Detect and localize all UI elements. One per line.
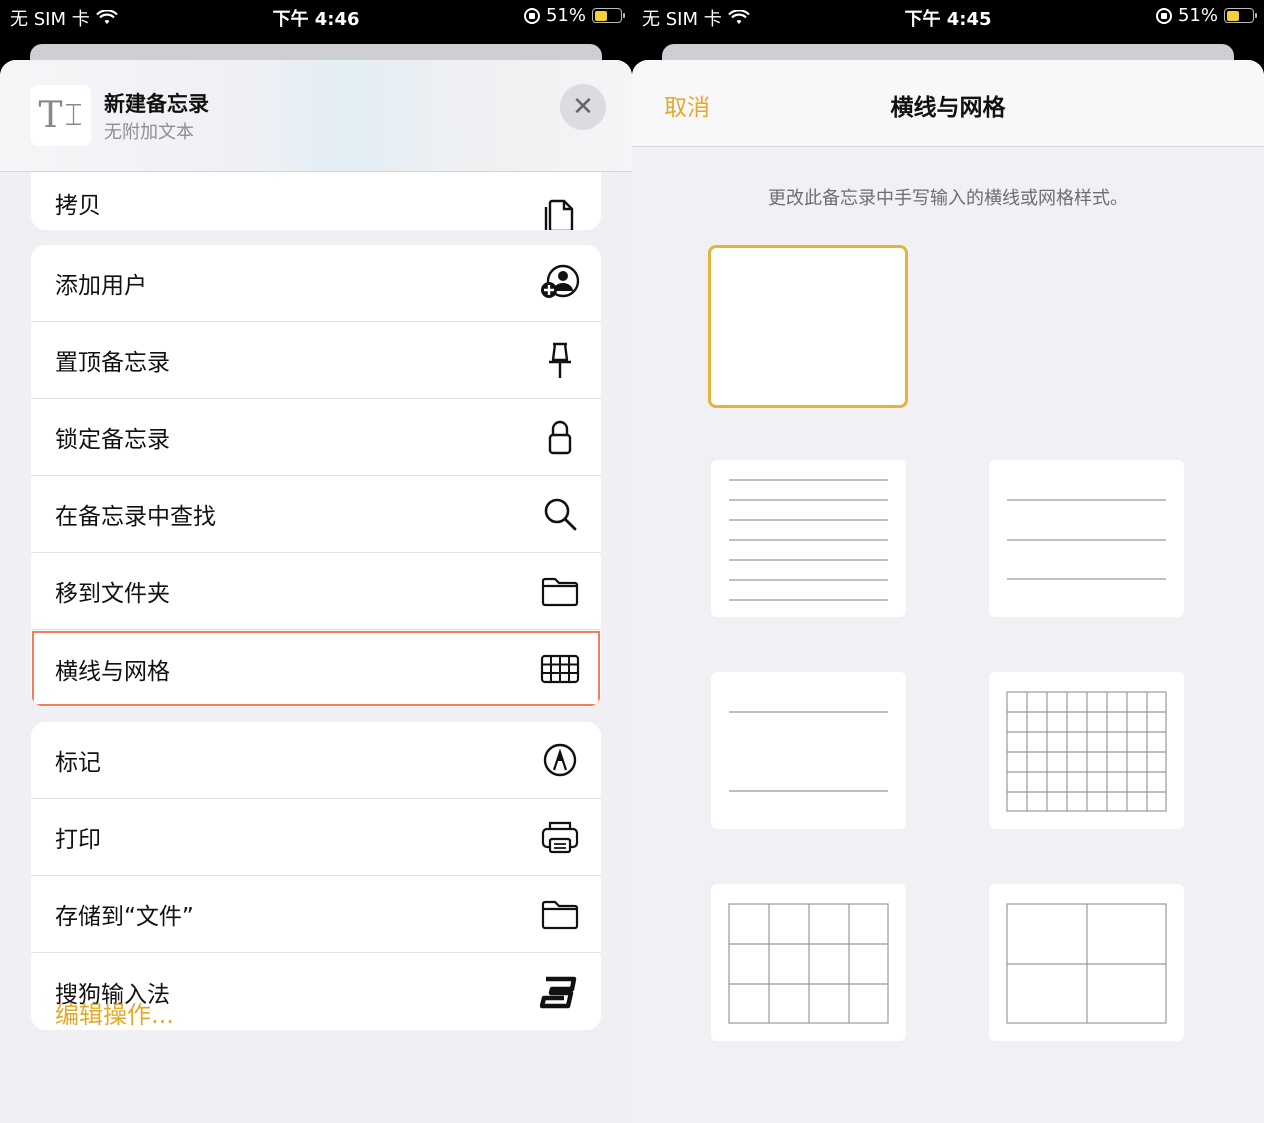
battery-percent: 51%: [1177, 5, 1218, 26]
action-group-main: 添加用户 置顶备忘录 锁定备忘录 在备忘录中查找 移到文件夹 横线与网格: [31, 245, 601, 707]
battery-icon: [1224, 8, 1257, 23]
sogou-icon: [539, 971, 581, 1013]
action-find-in-note[interactable]: 在备忘录中查找: [31, 476, 601, 553]
rotation-lock-icon: [523, 7, 540, 24]
action-label: 移到文件夹: [55, 581, 170, 607]
lines-narrow-preview: [729, 479, 888, 601]
edit-actions-link[interactable]: 编辑操作...: [55, 995, 174, 1030]
lines-medium-preview: [1007, 499, 1166, 580]
left-screen: 无 SIM 卡 下午 4:46 51% T⌶ 新建备忘录 无附加文本 ✕ 拷贝: [0, 0, 632, 1123]
status-bar: 无 SIM 卡 下午 4:46 51%: [0, 0, 632, 34]
action-group-more: 标记 打印 存储到“文件” 搜狗输入法: [31, 722, 601, 1030]
battery-percent: 51%: [545, 5, 586, 26]
description-text: 更改此备忘录中手写输入的横线或网格样式。: [768, 188, 1128, 209]
grid-medium-preview: [728, 903, 889, 1024]
close-icon: ✕: [572, 92, 594, 122]
action-label: 添加用户: [55, 273, 147, 299]
pin-icon: [539, 339, 581, 381]
markup-icon: [539, 739, 581, 781]
grid-small-preview: [1006, 691, 1167, 812]
action-save-to-files[interactable]: 存储到“文件”: [31, 876, 601, 953]
action-label: 在备忘录中查找: [55, 504, 216, 530]
action-move-to-folder[interactable]: 移到文件夹: [31, 553, 601, 630]
action-lock-note[interactable]: 锁定备忘录: [31, 399, 601, 476]
share-sheet-header: T ⌶ 新建备忘录 无附加文本 ✕: [0, 60, 632, 172]
status-bar: 无 SIM 卡 下午 4:45 51%: [632, 0, 1264, 34]
action-lines-and-grids[interactable]: 横线与网格: [31, 630, 601, 707]
printer-icon: [539, 816, 581, 858]
search-icon: [539, 493, 581, 535]
option-grid-medium[interactable]: [711, 884, 906, 1041]
copy-icon: [539, 195, 581, 230]
right-screen: 无 SIM 卡 下午 4:45 51% 取消 横线与网格 更改此备忘录中手写输入…: [632, 0, 1264, 1123]
option-none[interactable]: [708, 245, 908, 408]
battery-icon: [592, 8, 625, 23]
action-print[interactable]: 打印: [31, 799, 601, 876]
action-markup[interactable]: 标记: [31, 722, 601, 799]
share-sheet: T ⌶ 新建备忘录 无附加文本 ✕ 拷贝 添加用户 置顶备忘录 锁定备忘录 在备…: [0, 60, 632, 1123]
nav-bar: 取消 横线与网格: [632, 60, 1264, 147]
option-grid-large[interactable]: [989, 884, 1184, 1041]
option-lines-wide[interactable]: [711, 672, 906, 829]
action-label: 打印: [55, 827, 101, 853]
grid-icon: [539, 648, 581, 690]
note-title: 新建备忘录: [104, 92, 209, 116]
page-title: 横线与网格: [890, 95, 1006, 121]
action-label: 标记: [55, 750, 101, 776]
close-button[interactable]: ✕: [560, 84, 606, 130]
option-lines-medium[interactable]: [989, 460, 1184, 617]
grid-large-preview: [1006, 903, 1167, 1024]
note-thumbnail: T ⌶: [30, 85, 91, 146]
folder-icon: [539, 570, 581, 612]
lines-grids-sheet: 取消 横线与网格 更改此备忘录中手写输入的横线或网格样式。: [632, 60, 1264, 1123]
action-add-user[interactable]: 添加用户: [31, 245, 601, 322]
option-grid-small[interactable]: [989, 672, 1184, 829]
action-pin-note[interactable]: 置顶备忘录: [31, 322, 601, 399]
rotation-lock-icon: [1155, 7, 1172, 24]
note-subtitle: 无附加文本: [104, 122, 194, 143]
action-label: 拷贝: [55, 193, 101, 219]
action-label: 存储到“文件”: [55, 904, 194, 930]
add-person-icon: [539, 262, 581, 304]
action-label: 锁定备忘录: [55, 427, 170, 453]
folder-icon: [539, 893, 581, 935]
lock-icon: [539, 416, 581, 458]
lines-wide-preview: [729, 711, 888, 792]
action-label: 置顶备忘录: [55, 350, 170, 376]
option-lines-narrow[interactable]: [711, 460, 906, 617]
action-label: 横线与网格: [55, 658, 170, 685]
